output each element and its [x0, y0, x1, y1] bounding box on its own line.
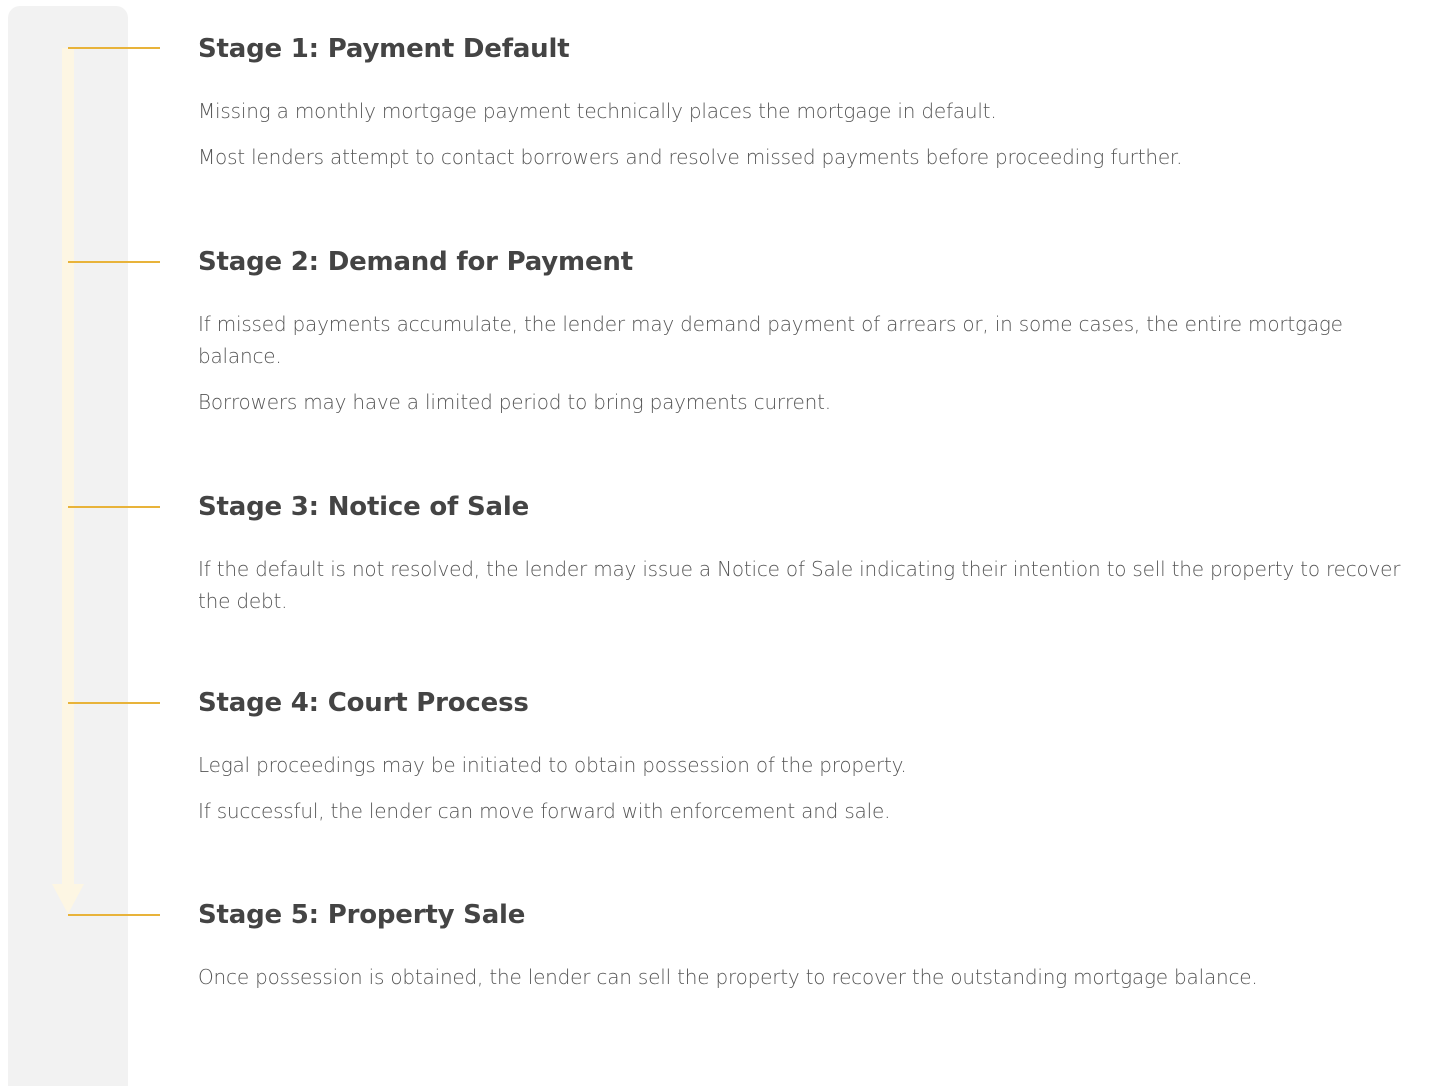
stage-paragraph: If missed payments accumulate, the lende…	[198, 312, 1343, 368]
stage-paragraph: Legal proceedings may be initiated to ob…	[198, 753, 907, 777]
stage-paragraph: Missing a monthly mortgage payment techn…	[198, 99, 997, 123]
stage-paragraph: If successful, the lender can move forwa…	[198, 799, 891, 823]
stage-description: Once possession is obtained, the lender …	[198, 961, 1420, 993]
stage-description: Legal proceedings may be initiated to ob…	[198, 749, 1420, 827]
stage-description: If missed payments accumulate, the lende…	[198, 308, 1420, 418]
stage-description: Missing a monthly mortgage payment techn…	[198, 95, 1420, 173]
stage-paragraph: If the default is not resolved, the lend…	[198, 557, 1401, 613]
stage-description: If the default is not resolved, the lend…	[198, 553, 1420, 617]
timeline-arrow-head	[52, 884, 84, 914]
stage-5: Stage 5: Property Sale Once possession i…	[198, 898, 1420, 1007]
stage-2: Stage 2: Demand for Payment If missed pa…	[198, 245, 1420, 432]
stage-title: Stage 4: Court Process	[198, 688, 529, 718]
stage-title: Stage 1: Payment Default	[198, 34, 570, 64]
stage-3: Stage 3: Notice of Sale If the default i…	[198, 490, 1420, 631]
stage-4: Stage 4: Court Process Legal proceedings…	[198, 686, 1420, 841]
stage-paragraph: Borrowers may have a limited period to b…	[198, 390, 831, 414]
stage-title: Stage 3: Notice of Sale	[198, 492, 530, 522]
stage-1: Stage 1: Payment Default Missing a month…	[198, 32, 1420, 187]
stage-title: Stage 5: Property Sale	[198, 900, 526, 930]
stage-paragraph: Most lenders attempt to contact borrower…	[198, 145, 1183, 169]
timeline-graphic	[52, 47, 160, 916]
stage-paragraph: Once possession is obtained, the lender …	[198, 965, 1258, 989]
stage-title: Stage 2: Demand for Payment	[198, 247, 633, 277]
timeline-arrow-shaft	[62, 48, 74, 890]
